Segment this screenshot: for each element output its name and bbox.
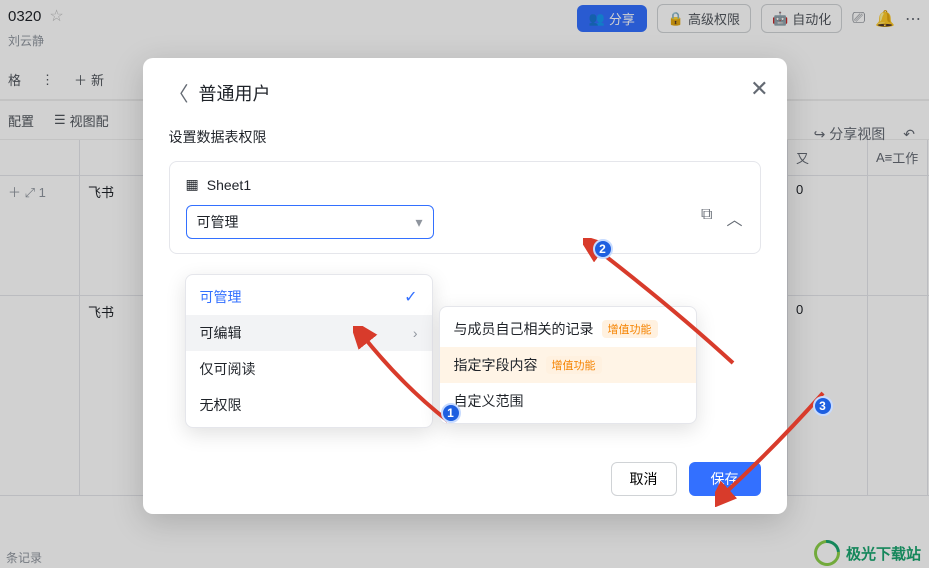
collapse-icon[interactable]: ︿ bbox=[726, 206, 742, 230]
permission-dropdown: 可管理 ✓ 可编辑 › 仅可阅读 无权限 bbox=[185, 274, 433, 428]
sheet-card: ▦ Sheet1 可管理 ▾ bbox=[169, 161, 761, 254]
back-icon[interactable]: 〈 bbox=[169, 78, 189, 107]
option-label: 无权限 bbox=[200, 395, 242, 415]
edit-submenu: 与成员自己相关的记录增值功能 指定字段内容增值功能 自定义范围 bbox=[439, 306, 697, 424]
submenu-label: 自定义范围 bbox=[454, 391, 524, 411]
sheet-icon: ▦ bbox=[186, 176, 199, 193]
check-icon: ✓ bbox=[404, 287, 417, 307]
permission-select[interactable]: 可管理 ▾ bbox=[186, 205, 434, 239]
submenu-field[interactable]: 指定字段内容增值功能 bbox=[440, 347, 696, 383]
cancel-button[interactable]: 取消 bbox=[611, 462, 677, 496]
submenu-label: 指定字段内容 bbox=[454, 355, 538, 375]
option-none[interactable]: 无权限 bbox=[186, 387, 432, 423]
modal-title: 普通用户 bbox=[199, 80, 271, 106]
submenu-custom[interactable]: 自定义范围 bbox=[440, 383, 696, 419]
annotation-2: 2 bbox=[593, 239, 613, 259]
save-button[interactable]: 保存 bbox=[689, 462, 761, 496]
option-manage[interactable]: 可管理 ✓ bbox=[186, 279, 432, 315]
option-label: 仅可阅读 bbox=[200, 359, 256, 379]
annotation-3: 3 bbox=[813, 396, 833, 416]
copy-icon[interactable]: ⧉ bbox=[701, 206, 712, 230]
option-edit[interactable]: 可编辑 › bbox=[186, 315, 432, 351]
select-value: 可管理 bbox=[197, 212, 239, 232]
close-icon[interactable]: ✕ bbox=[750, 76, 768, 102]
annotation-1: 1 bbox=[441, 403, 461, 423]
option-label: 可编辑 bbox=[200, 323, 242, 343]
permission-modal: 〈 普通用户 ✕ 设置数据表权限 ▦ Sheet1 可管理 ▾ ⧉ ︿ 可管理 ✓ … bbox=[143, 58, 787, 514]
submenu-label: 与成员自己相关的记录 bbox=[454, 319, 594, 339]
sheet-name: Sheet1 bbox=[207, 177, 251, 193]
option-read[interactable]: 仅可阅读 bbox=[186, 351, 432, 387]
chevron-right-icon: › bbox=[413, 325, 418, 341]
modal-overlay: 〈 普通用户 ✕ 设置数据表权限 ▦ Sheet1 可管理 ▾ ⧉ ︿ 可管理 ✓ … bbox=[0, 0, 929, 568]
caret-down-icon: ▾ bbox=[415, 214, 422, 231]
premium-badge: 增值功能 bbox=[602, 320, 658, 338]
option-label: 可管理 bbox=[200, 287, 242, 307]
submenu-related[interactable]: 与成员自己相关的记录增值功能 bbox=[440, 311, 696, 347]
section-label: 设置数据表权限 bbox=[169, 127, 761, 147]
premium-badge: 增值功能 bbox=[546, 356, 602, 374]
